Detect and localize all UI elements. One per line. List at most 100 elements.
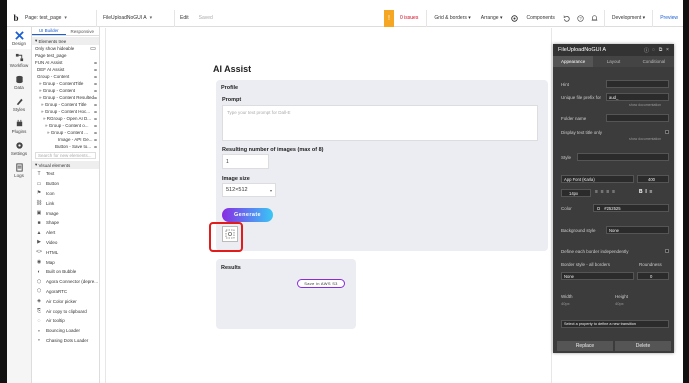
issues-count[interactable]: 0 issues [394,15,424,21]
tree-item[interactable]: » Group - ContentTitle [32,80,99,87]
tree-item[interactable]: Group - Content [32,73,99,80]
transition-dropdown[interactable]: Select a property to define a new transi… [561,320,669,328]
display-title-checkbox[interactable] [665,130,669,134]
tab-appearance[interactable]: Appearance [553,56,594,67]
eye-icon[interactable] [94,138,97,141]
visual-element-item[interactable]: ⚑ Icon [32,189,99,199]
font-size-input[interactable]: 14px [561,189,591,197]
background-style-dropdown[interactable]: None [606,226,669,234]
hint-input[interactable] [606,80,669,88]
info-icon[interactable]: ⓘ [644,48,649,54]
elements-tree-header[interactable]: ▾ Elements tree [32,37,99,45]
help-icon[interactable]: ? [577,14,585,22]
visual-element-item[interactable]: ◌ Air tooltip [32,316,99,326]
development-menu[interactable]: Development ▾ [607,15,650,21]
visual-element-item[interactable]: ◐ Built on Bubble [32,267,99,277]
eye-icon[interactable] [94,75,97,78]
eye-icon[interactable] [94,82,97,85]
visual-element-item[interactable]: T Text [32,169,99,179]
image-size-dropdown[interactable]: 512×512 ▾ [222,183,276,197]
components-button[interactable]: Components [521,15,559,21]
property-editor-header[interactable]: FileUploadNoGUI A ⓘ ◌ ⧉ × [553,44,674,56]
grid-borders-menu[interactable]: Grid & borders ▾ [429,15,475,21]
visual-element-item[interactable]: ⬡ AgoraRTC [32,287,99,297]
profile-title[interactable]: Profile [221,85,238,91]
rail-item-settings[interactable]: Settings [7,137,31,159]
visual-element-item[interactable]: ◉ Map [32,257,99,267]
eye-icon[interactable] [94,61,97,64]
profile-group[interactable]: Profile Prompt Type your text prompt for… [216,80,548,251]
tab-responsive[interactable]: Responsive [66,27,100,35]
eye-icon[interactable] [94,124,97,127]
comment-icon[interactable]: ◌ [651,47,656,53]
visual-element-item[interactable]: ∘ Chasing Dots Loader [32,336,99,346]
rail-item-logs[interactable]: Logs [7,159,31,181]
image-size-label[interactable]: Image size [222,176,250,182]
rail-item-styles[interactable]: Styles [7,93,31,115]
tree-item[interactable]: » RGroup - Open AI D... [32,115,99,122]
tab-conditional[interactable]: Conditional [634,56,674,67]
show-documentation-link[interactable]: show documentation [629,137,661,141]
arrange-menu[interactable]: Arrange ▾ [476,15,508,21]
tab-layout[interactable]: Layout [593,56,633,67]
edit-menu[interactable]: Edit [175,15,194,21]
notifications-icon[interactable] [591,14,599,22]
bubble-logo-icon[interactable]: b [11,13,21,23]
visual-element-item[interactable]: ▣ Image [32,208,99,218]
save-aws-button[interactable]: Save in AWS S3 [297,279,345,288]
tree-item[interactable]: Button - Save to... [32,143,99,150]
warning-icon[interactable]: ! [384,9,394,27]
element-selector[interactable]: FileUploadNoGUI A ▾ [103,9,175,27]
eye-icon[interactable] [94,110,97,113]
rail-item-workflow[interactable]: Workflow [7,49,31,71]
eye-icon[interactable] [94,103,97,106]
visual-element-item[interactable]: ⎘ Air copy to clipboard [32,306,99,316]
font-weight-dropdown[interactable]: 400 [637,175,669,183]
eye-icon[interactable] [94,145,97,148]
show-documentation-link[interactable]: show documentation [629,103,661,107]
visual-element-item[interactable]: ⛓ Link [32,198,99,208]
tree-item[interactable]: » Group - Content o... [32,122,99,129]
tab-ui-builder[interactable]: UI Builder [32,27,66,35]
tree-item[interactable]: Image - API Ge... [32,136,99,143]
prompt-input[interactable]: Type your text prompt for Dall-E [222,105,538,141]
folder-input[interactable] [606,114,669,122]
tree-item[interactable]: » Group - Content Resulted [32,94,99,101]
tree-item[interactable]: FUN AI Assist [32,59,99,66]
eye-icon[interactable] [94,96,97,99]
replace-button[interactable]: Replace [557,341,613,351]
visual-elements-header[interactable]: ▾ Visual elements [32,161,99,169]
style-dropdown[interactable] [577,153,669,161]
page-title[interactable]: AI Assist [213,64,251,74]
tree-item[interactable]: Page test_page [32,52,99,59]
prompt-label[interactable]: Prompt [222,97,241,103]
eye-icon[interactable] [94,117,97,120]
visual-element-item[interactable]: ■ Shape [32,218,99,228]
visual-element-item[interactable]: ∘ Bouncing Loader [32,326,99,336]
visual-element-item[interactable]: ⬡ Agora Connector (depre... [32,277,99,287]
results-group[interactable]: Results Save in AWS S3 [216,259,356,329]
undo-icon[interactable] [563,14,571,22]
tree-item[interactable]: DEF AI Assist [32,66,99,73]
eye-icon[interactable] [94,131,97,134]
border-style-dropdown[interactable]: None [561,272,634,280]
delete-button[interactable]: Delete [615,341,671,351]
page-selector[interactable]: Page: test_page ▾ [25,9,97,27]
rail-item-data[interactable]: Data [7,71,31,93]
tree-item[interactable]: » Group - Content ... [32,129,99,136]
rail-item-design[interactable]: Design [7,27,31,49]
num-images-label[interactable]: Resulting number of images (max of 8) [222,147,323,153]
visual-element-item[interactable]: ▭ Button [32,179,99,189]
color-input[interactable]: #252525 [593,204,669,212]
tree-item[interactable]: » Group - Content Hoc... [32,108,99,115]
num-images-input[interactable]: 1 [222,154,269,169]
only-hideable-toggle[interactable]: Only show hideable [32,45,99,52]
align-icons[interactable]: ≡ ≡ ≡ ≡ [595,189,615,195]
font-dropdown[interactable]: App Font (Karla) [561,175,634,183]
tree-item[interactable]: » Group - Content Title [32,101,99,108]
visual-element-item[interactable]: <> HTML [32,247,99,257]
border-independent-checkbox[interactable] [665,249,669,253]
preview-button[interactable]: Preview [655,15,683,21]
visual-element-item[interactable]: ▲ Alert [32,228,99,238]
eye-icon[interactable] [94,89,97,92]
